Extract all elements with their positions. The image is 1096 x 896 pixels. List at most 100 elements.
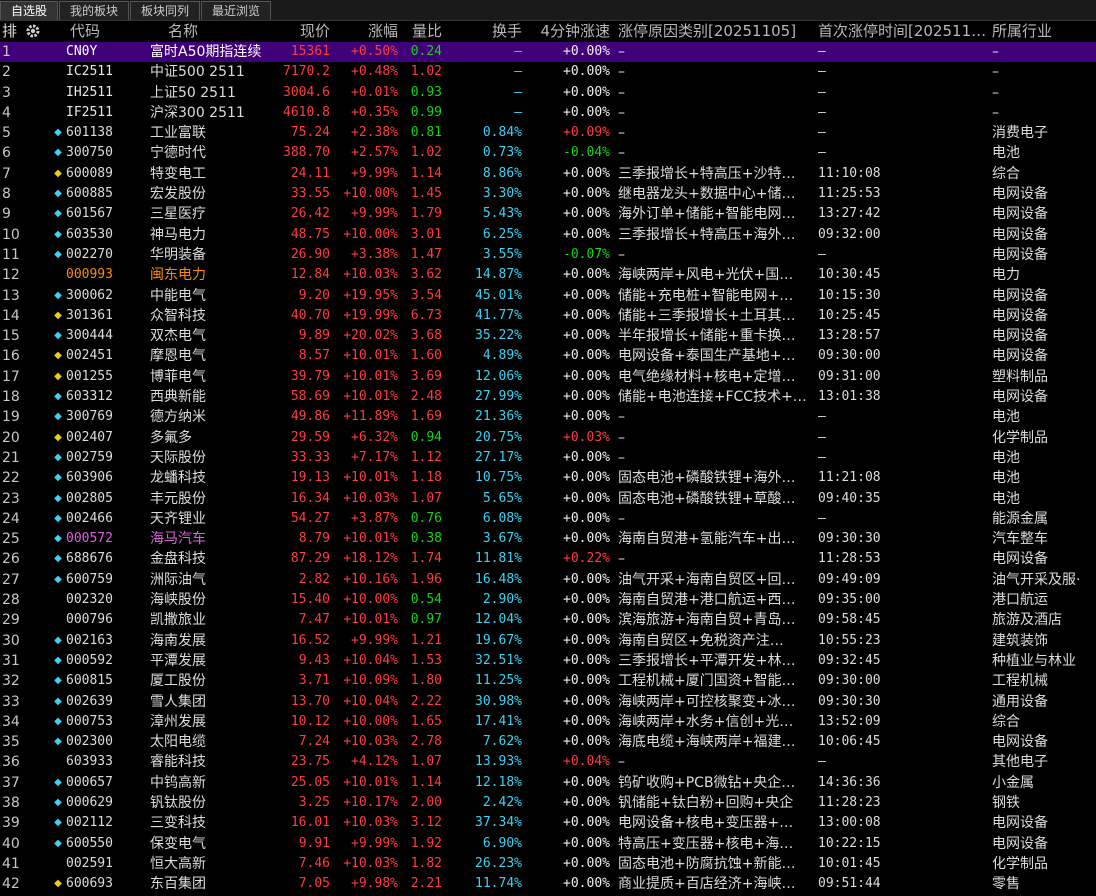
table-row[interactable]: 28 002320 海峡股份 15.40 +10.00% 0.54 2.90% +0.00% 海… — [0, 590, 1096, 610]
header-rank[interactable]: 排 — [2, 21, 20, 42]
table-row[interactable]: 19 ◆ 300769 德方纳米 49.86 +11.89% 1.69 21.36% +0.00… — [0, 407, 1096, 427]
row-index: 11 — [2, 246, 20, 263]
limit-reason-cell: 储能+三季报增长+土耳其… — [618, 307, 796, 324]
table-row[interactable]: 30 ◆ 002163 海南发展 16.52 +9.99% 1.21 19.67% +0.00%… — [0, 631, 1096, 651]
tab-my-sectors[interactable]: 我的板块 — [59, 1, 130, 20]
table-row[interactable]: 1 CN0Y 富时A50期指连续 15361 +0.50% 0.24– +0.00% – – – — [0, 42, 1096, 63]
row-index: 29 — [2, 612, 20, 629]
table-row[interactable]: 38 ◆ 000629 钒钛股份 3.25 +10.17% 2.00 2.42% +0.00% 钒… — [0, 793, 1096, 813]
header-industry[interactable]: 所属行业 — [992, 21, 1096, 42]
tab-recent[interactable]: 最近浏览 — [201, 1, 272, 20]
table-row[interactable]: 12 000993 闽东电力 12.84 +10.03% 3.62 14.87% +0.00%… — [0, 265, 1096, 285]
diamond-icon: ◆ — [54, 289, 62, 301]
limit-reason-cell: – — [618, 429, 625, 446]
price-cell: 9.89 — [298, 328, 330, 344]
header-change-pct[interactable]: 涨幅 — [352, 21, 398, 42]
table-row[interactable]: 16 ◆ 002451 摩恩电气 8.57 +10.01% 1.60 4.89% +0.00% 电… — [0, 346, 1096, 366]
table-row[interactable]: 3 IH2511 上证50 2511 3004.6 +0.01% 0.93– +0.00% –… — [0, 83, 1096, 103]
stock-name: 富时A50期指连续 — [150, 44, 262, 60]
gear-icon[interactable] — [24, 21, 46, 42]
table-row[interactable]: 14 ◆ 301361 众智科技 40.70 +19.99% 6.73 41.77% +0.00… — [0, 306, 1096, 326]
speed-cell: +0.00% — [563, 592, 610, 608]
table-row[interactable]: 41 002591 恒大高新 7.46 +10.03% 1.82 26.23% +0.00% 固… — [0, 854, 1096, 874]
tab-watchlist[interactable]: 自选股 — [0, 1, 59, 20]
row-index: 30 — [2, 632, 20, 649]
change-pct-cell: +9.99% — [351, 835, 398, 851]
volume-ratio-cell: 1.82 — [410, 855, 442, 871]
table-row[interactable]: 7 ◆ 600089 特变电工 24.11 +9.99% 1.14 8.86% +0.00% 三季… — [0, 164, 1096, 184]
table-row[interactable]: 17 ◆ 001255 博菲电气 39.79 +10.01% 3.69 12.06% +0.00… — [0, 367, 1096, 387]
table-row[interactable]: 9 ◆ 601567 三星医疗 26.42 +9.99% 1.79 5.43% +0.00% 海外… — [0, 204, 1096, 224]
stock-code: 600089 — [66, 165, 113, 181]
stock-name: 洲际油气 — [150, 571, 206, 588]
price-cell: 15.40 — [290, 592, 330, 608]
table-row[interactable]: 26 ◆ 688676 金盘科技 87.29 +18.12% 1.74 11.81% +0.22… — [0, 549, 1096, 569]
price-cell: 9.20 — [298, 287, 330, 303]
header-name[interactable]: 名称 — [168, 21, 228, 42]
price-cell: 26.90 — [290, 246, 330, 262]
table-row[interactable]: 10 ◆ 603530 神马电力 48.75 +10.00% 3.01 6.25% +0.00%… — [0, 225, 1096, 245]
table-row[interactable]: 27 ◆ 600759 洲际油气 2.82 +10.16% 1.96 16.48% +0.00%… — [0, 570, 1096, 590]
change-pct-cell: +10.00% — [343, 713, 398, 729]
header-limit-reason[interactable]: 涨停原因类别[20251105] — [618, 21, 814, 42]
turnover-cell: 13.93% — [475, 754, 522, 770]
stock-name: 多氟多 — [150, 429, 192, 446]
table-row[interactable]: 22 ◆ 603906 龙蟠科技 19.13 +10.01% 1.18 10.75% +0.00… — [0, 468, 1096, 488]
table-row[interactable]: 33 ◆ 002639 雪人集团 13.70 +10.04% 2.22 30.98% +0.00… — [0, 692, 1096, 712]
diamond-icon: ◆ — [54, 776, 62, 788]
table-row[interactable]: 37 ◆ 000657 中钨高新 25.05 +10.01% 1.14 12.18% +0.00… — [0, 773, 1096, 793]
tab-sector-peers[interactable]: 板块同列 — [130, 1, 201, 20]
table-row[interactable]: 11 ◆ 002270 华明装备 26.90 +3.38% 1.47 3.55% -0.07% –… — [0, 245, 1096, 265]
table-row[interactable]: 29 000796 凯撒旅业 7.47 +10.01% 0.97 12.04% +0.00% 滨… — [0, 610, 1096, 630]
table-row[interactable]: 32 ◆ 600815 厦工股份 3.71 +10.09% 1.80 11.25% +0.00%… — [0, 671, 1096, 691]
table-row[interactable]: 15 ◆ 300444 双杰电气 9.89 +20.02% 3.68 35.22% +0.00%… — [0, 326, 1096, 346]
volume-ratio-cell: 0.24 — [410, 44, 442, 59]
change-pct-cell: +10.01% — [343, 612, 398, 628]
limit-reason-cell: – — [618, 551, 625, 568]
turnover-cell: 12.04% — [475, 612, 522, 628]
table-row[interactable]: 42 ◆ 600693 东百集团 7.05 +9.98% 2.21 11.74% +0.00% 商… — [0, 874, 1096, 894]
table-row[interactable]: 35 ◆ 002300 太阳电缆 7.24 +10.03% 2.78 7.62% +0.00% 海… — [0, 732, 1096, 752]
first-limit-time-cell: – — [818, 145, 826, 161]
volume-ratio-cell: 3.62 — [410, 267, 442, 283]
row-index: 26 — [2, 551, 20, 568]
header-code[interactable]: 代码 — [70, 21, 130, 42]
speed-cell: +0.00% — [563, 531, 610, 547]
price-cell: 16.34 — [290, 490, 330, 506]
speed-cell: +0.03% — [563, 429, 610, 445]
table-row[interactable]: 36 603933 睿能科技 23.75 +4.12% 1.07 13.93% +0.04% –… — [0, 752, 1096, 772]
header-speed[interactable]: 4分钟涨速 — [526, 21, 610, 42]
stock-name: 中证500 2511 — [150, 64, 245, 81]
header-first-limit-time[interactable]: 首次涨停时间[202511… — [818, 21, 986, 42]
first-limit-time-cell: 14:36:36 — [818, 774, 881, 790]
table-row[interactable]: 31 ◆ 000592 平潭发展 9.43 +10.04% 1.53 32.51% +0.00%… — [0, 651, 1096, 671]
table-row[interactable]: 8 ◆ 600885 宏发股份 33.55 +10.00% 1.45 3.30% +0.00% 继… — [0, 184, 1096, 204]
table-row[interactable]: 6 ◆ 300750 宁德时代 388.70 +2.57% 1.02 0.73% -0.04% –… — [0, 143, 1096, 163]
table-row[interactable]: 21 ◆ 002759 天际股份 33.33 +7.17% 1.12 27.17% +0.00%… — [0, 448, 1096, 468]
table-row[interactable]: 40 ◆ 600550 保变电气 9.91 +9.99% 1.92 6.90% +0.00% 特高… — [0, 834, 1096, 854]
row-index: 33 — [2, 693, 20, 710]
stock-name: 平潭发展 — [150, 652, 206, 669]
volume-ratio-cell: 1.80 — [410, 673, 442, 689]
table-row[interactable]: 20 ◆ 002407 多氟多 29.59 +6.32% 0.94 20.75% +0.03% –… — [0, 428, 1096, 448]
table-row[interactable]: 18 ◆ 603312 西典新能 58.69 +10.01% 2.48 27.99% +0.00… — [0, 387, 1096, 407]
table-row[interactable]: 34 ◆ 000753 漳州发展 10.12 +10.00% 1.65 17.41% +0.00… — [0, 712, 1096, 732]
table-row[interactable]: 5 ◆ 601138 工业富联 75.24 +2.38% 0.81 0.84% +0.09% – –… — [0, 123, 1096, 143]
table-row[interactable]: 2 IC2511 中证500 2511 7170.2 +0.48% 1.02– +0.00%… — [0, 62, 1096, 82]
change-pct-cell: +18.12% — [343, 551, 398, 567]
stock-code: 600885 — [66, 186, 113, 202]
table-row[interactable]: 4 IF2511 沪深300 2511 4610.8 +0.35% 0.99– +0.00%… — [0, 103, 1096, 123]
stock-name: 天齐锂业 — [150, 510, 206, 527]
table-row[interactable]: 13 ◆ 300062 中能电气 9.20 +19.95% 3.54 45.01% +0.00%… — [0, 286, 1096, 306]
table-row[interactable]: 25 ◆ 000572 海马汽车 8.79 +10.01% 0.38 3.67% +0.00% 海… — [0, 529, 1096, 549]
header-volume-ratio[interactable]: 量比 — [400, 21, 442, 42]
header-price[interactable]: 现价 — [290, 21, 330, 42]
table-row[interactable]: 23 ◆ 002805 丰元股份 16.34 +10.03% 1.07 5.65% +0.00%… — [0, 489, 1096, 509]
table-row[interactable]: 39 ◆ 002112 三变科技 16.01 +10.03% 3.12 37.34% +0.00… — [0, 813, 1096, 833]
volume-ratio-cell: 3.68 — [410, 328, 442, 344]
diamond-icon: ◆ — [54, 837, 62, 849]
limit-reason-cell: – — [618, 449, 625, 466]
header-turnover[interactable]: 换手 — [470, 21, 522, 42]
table-row[interactable]: 24 ◆ 002466 天齐锂业 54.27 +3.87% 0.76 6.08% +0.00% –… — [0, 509, 1096, 529]
speed-cell: +0.00% — [563, 307, 610, 323]
